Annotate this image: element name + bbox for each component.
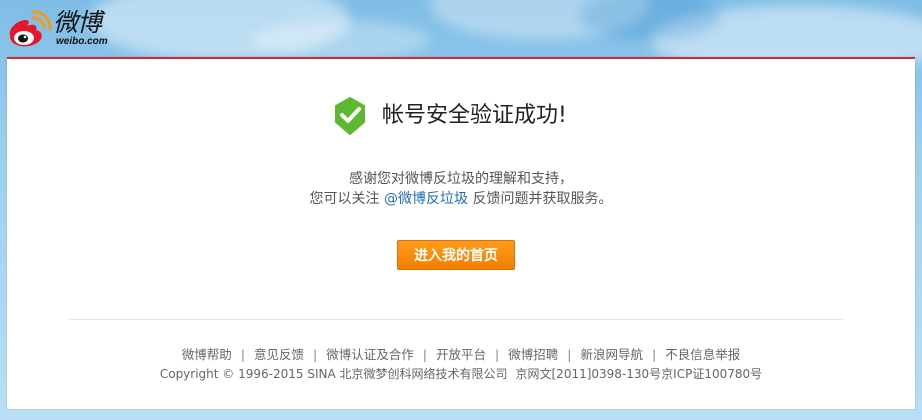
sky-cloud: [250, 20, 430, 60]
icp-license[interactable]: 京网文[2011]0398-130号京ICP证100780号: [516, 367, 763, 381]
footer-link-open-platform[interactable]: 开放平台: [436, 347, 486, 362]
footer-link-help[interactable]: 微博帮助: [182, 347, 232, 362]
page-title: 帐号安全验证成功!: [382, 103, 567, 128]
follow-message: 您可以关注 @微博反垃圾 反馈问题并获取服务。: [7, 189, 915, 209]
footer-separator: |: [313, 347, 318, 362]
footer-links: 微博帮助 | 意见反馈 | 微博认证及合作 | 开放平台 | 微博招聘 | 新浪网导航 | 不良信息举报: [7, 346, 915, 364]
copyright-text: Copyright © 1996-2015 SINA 北京微梦创科网络技术有限公…: [159, 367, 508, 381]
footer-link-verification[interactable]: 微博认证及合作: [326, 347, 414, 362]
verification-card: 帐号安全验证成功! 感谢您对微博反垃圾的理解和支持， 您可以关注 @微博反垃圾 …: [7, 57, 915, 409]
footer-link-sina-nav[interactable]: 新浪网导航: [580, 347, 643, 362]
weibo-logo-icon: [9, 10, 52, 47]
footer-separator: |: [240, 347, 246, 362]
thanks-message: 感谢您对微博反垃圾的理解和支持，: [349, 171, 573, 187]
copyright-line: Copyright © 1996-2015 SINA 北京微梦创科网络技术有限公…: [7, 365, 915, 383]
logo-domain: weibo.com: [56, 36, 108, 47]
footer-link-jobs[interactable]: 微博招聘: [508, 347, 558, 362]
follow-message-prefix: 您可以关注: [309, 191, 384, 207]
footer-separator: |: [651, 347, 657, 362]
antispam-account-link[interactable]: @微博反垃圾: [384, 191, 468, 207]
success-heading: 帐号安全验证成功!: [7, 96, 915, 136]
footer-link-feedback[interactable]: 意见反馈: [254, 347, 304, 362]
success-check-icon: [335, 97, 365, 135]
footer-separator: |: [495, 347, 500, 362]
footer-separator: |: [567, 347, 572, 362]
weibo-logo[interactable]: 微博 weibo.com: [6, 8, 116, 50]
follow-message-suffix: 反馈问题并获取服务。: [468, 191, 613, 207]
go-home-button[interactable]: 进入我的首页: [397, 240, 515, 270]
logo-text: 微博: [53, 8, 102, 37]
footer-link-report[interactable]: 不良信息举报: [665, 347, 740, 362]
divider: [69, 319, 843, 320]
footer-separator: |: [422, 347, 427, 362]
